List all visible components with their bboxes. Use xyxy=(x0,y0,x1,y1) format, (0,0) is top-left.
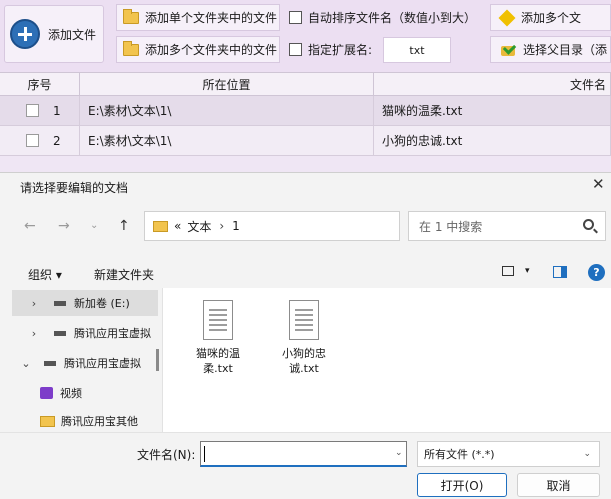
nav-item-vdrive-1[interactable]: › 腾讯应用宝虚拟 xyxy=(12,320,158,346)
chevron-right-icon[interactable]: › xyxy=(26,327,42,340)
ext-checkbox[interactable] xyxy=(289,43,302,56)
add-multi-folder-label: 添加多个文件夹中的文件 xyxy=(145,43,278,57)
checkmark-folder-icon xyxy=(501,43,517,57)
table-header: 序号 所在位置 文件名 xyxy=(0,72,611,96)
cancel-button[interactable]: 取消 xyxy=(517,473,600,497)
nav-item-label: 腾讯应用宝其他 xyxy=(61,415,138,428)
col-location[interactable]: 所在位置 xyxy=(80,73,374,95)
nav-item-vdrive-2[interactable]: ⌄ 腾讯应用宝虚拟 xyxy=(12,350,158,376)
chevron-right-icon[interactable]: › xyxy=(26,297,42,310)
nav-item-videos[interactable]: 视频 xyxy=(12,380,158,406)
recent-chevron-icon[interactable]: ⌄ xyxy=(90,220,98,231)
filename-dropdown-icon[interactable]: ⌄ xyxy=(395,448,403,458)
file-list-pane: 猫咪的温柔.txt 小狗的忠诚.txt xyxy=(162,288,611,432)
nav-item-label: 腾讯应用宝虚拟 xyxy=(64,357,141,370)
navigation-pane: › 新加卷 (E:) › 腾讯应用宝虚拟 ⌄ 腾讯应用宝虚拟 视频 腾讯应用宝其… xyxy=(12,288,158,432)
select-parent-label: 选择父目录（添 xyxy=(523,43,608,57)
view-mode-icon[interactable] xyxy=(502,266,514,276)
text-document-icon xyxy=(203,300,233,340)
close-icon[interactable]: ✕ xyxy=(592,175,605,193)
file-item[interactable]: 小狗的忠诚.txt xyxy=(269,300,339,376)
row-checkbox[interactable] xyxy=(26,134,39,147)
organize-menu[interactable]: 组织 ▾ xyxy=(28,266,62,283)
search-input[interactable]: 在 1 中搜索 xyxy=(408,211,606,241)
forward-arrow-icon[interactable]: → xyxy=(58,218,70,234)
new-folder-button[interactable]: 新建文件夹 xyxy=(94,266,154,283)
nav-scrollbar[interactable] xyxy=(156,349,159,371)
open-button[interactable]: 打开(O) xyxy=(417,473,507,497)
folder-icon xyxy=(123,40,139,56)
up-arrow-icon[interactable]: ↑ xyxy=(118,218,130,234)
open-file-dialog: 请选择要编辑的文档 ✕ ← → ⌄ ↑ « 文本 › 1 ⌄ ↻ 在 1 中搜索… xyxy=(0,172,611,499)
view-dropdown-icon[interactable]: ▾ xyxy=(525,266,530,276)
row-index: 1 xyxy=(53,103,61,118)
nav-item-label: 视频 xyxy=(60,387,82,400)
add-multi-right-label: 添加多个文 xyxy=(521,11,582,25)
nav-item-label: 腾讯应用宝虚拟 xyxy=(74,327,151,340)
file-item[interactable]: 猫咪的温柔.txt xyxy=(183,300,253,376)
path-segment-1[interactable]: 1 xyxy=(232,219,240,233)
table-row[interactable]: 1 E:\素材\文本\1\ 猫咪的温柔.txt xyxy=(0,96,611,126)
file-table: 序号 所在位置 文件名 1 E:\素材\文本\1\ 猫咪的温柔.txt 2 E:… xyxy=(0,72,611,156)
row-location: E:\素材\文本\1\ xyxy=(80,96,374,125)
file-label: 猫咪的温柔.txt xyxy=(196,347,240,375)
path-segment-text[interactable]: 文本 xyxy=(187,218,211,235)
video-icon xyxy=(40,387,53,399)
add-multi-files-button[interactable]: 添加多个文 xyxy=(490,4,611,31)
help-icon[interactable]: ? xyxy=(588,264,605,281)
row-checkbox[interactable] xyxy=(26,104,39,117)
col-index[interactable]: 序号 xyxy=(0,73,80,95)
ext-input[interactable]: txt xyxy=(383,37,451,63)
table-row[interactable]: 2 E:\素材\文本\1\ 小狗的忠诚.txt xyxy=(0,126,611,156)
ext-label: 指定扩展名: xyxy=(308,43,373,57)
dialog-footer: 文件名(N): ⌄ 所有文件 (*.*) ⌄ 打开(O) 取消 xyxy=(0,432,611,499)
back-arrow-icon[interactable]: ← xyxy=(24,218,36,234)
ext-option[interactable]: 指定扩展名: xyxy=(285,36,372,63)
plus-icon xyxy=(10,19,40,49)
col-filename[interactable]: 文件名 xyxy=(374,73,611,95)
add-file-button[interactable]: 添加文件 xyxy=(4,5,104,63)
preview-pane-icon[interactable] xyxy=(553,266,567,278)
folder-icon xyxy=(123,8,139,24)
command-bar: 组织 ▾ 新建文件夹 ▾ ? xyxy=(0,261,611,285)
text-document-icon xyxy=(289,300,319,340)
row-index-cell: 1 xyxy=(0,96,80,125)
nav-item-drive-e[interactable]: › 新加卷 (E:) xyxy=(12,290,158,316)
filetype-value: 所有文件 (*.*) xyxy=(424,448,495,461)
add-file-label: 添加文件 xyxy=(48,27,97,42)
auto-sort-option[interactable]: 自动排序文件名（数值小到大） xyxy=(285,4,476,31)
file-label: 小狗的忠诚.txt xyxy=(282,347,326,375)
filename-input[interactable]: ⌄ xyxy=(200,441,407,467)
nav-item-label: 新加卷 (E:) xyxy=(74,297,130,310)
nav-item-other[interactable]: 腾讯应用宝其他 xyxy=(12,408,158,432)
path-prefix: « xyxy=(174,219,182,233)
drive-icon xyxy=(54,300,66,306)
diamond-icon xyxy=(498,9,516,26)
toolbar: 添加文件 添加单个文件夹中的文件 添加多个文件夹中的文件 自动排序文件名（数值小… xyxy=(0,0,611,72)
row-filename: 猫咪的温柔.txt xyxy=(374,96,611,125)
add-single-folder-button[interactable]: 添加单个文件夹中的文件 xyxy=(116,4,280,31)
filename-label: 文件名(N): xyxy=(137,448,196,462)
folder-icon xyxy=(153,220,168,232)
drive-icon xyxy=(54,330,66,336)
row-location: E:\素材\文本\1\ xyxy=(80,126,374,155)
row-filename: 小狗的忠诚.txt xyxy=(374,126,611,155)
search-placeholder: 在 1 中搜索 xyxy=(419,219,483,234)
path-separator-icon: › xyxy=(219,219,225,233)
auto-sort-checkbox[interactable] xyxy=(289,11,302,24)
filetype-select[interactable]: 所有文件 (*.*) ⌄ xyxy=(417,441,600,467)
address-bar[interactable]: « 文本 › 1 ⌄ ↻ xyxy=(144,211,527,241)
add-multi-folder-button[interactable]: 添加多个文件夹中的文件 xyxy=(116,36,280,63)
select-parent-button[interactable]: 选择父目录（添 xyxy=(490,36,611,63)
chevron-down-icon[interactable]: ⌄ xyxy=(18,357,34,370)
row-index: 2 xyxy=(53,133,61,148)
drive-icon xyxy=(44,360,56,366)
chevron-down-icon: ⌄ xyxy=(583,449,591,459)
dialog-title: 请选择要编辑的文档 xyxy=(20,181,129,195)
auto-sort-label: 自动排序文件名（数值小到大） xyxy=(308,11,477,25)
folder-icon xyxy=(40,415,55,427)
search-icon[interactable] xyxy=(583,219,594,230)
add-single-folder-label: 添加单个文件夹中的文件 xyxy=(145,11,278,25)
row-index-cell: 2 xyxy=(0,126,80,155)
